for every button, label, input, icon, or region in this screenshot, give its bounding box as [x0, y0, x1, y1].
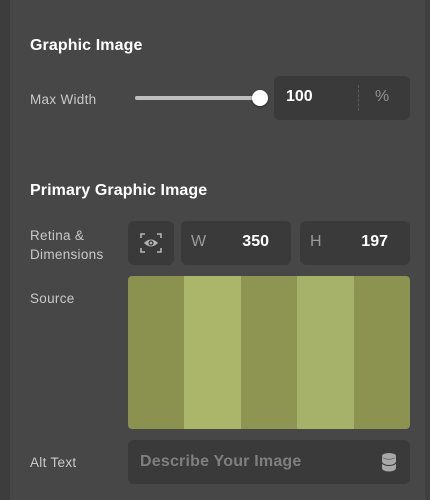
width-value[interactable]: 350 [242, 233, 269, 251]
height-field[interactable]: H 197 [300, 221, 410, 265]
max-width-unit[interactable]: % [375, 88, 389, 106]
width-letter: W [191, 233, 207, 250]
slider-fill [135, 96, 260, 100]
height-letter: H [310, 233, 322, 250]
image-stripe [297, 276, 354, 429]
retina-label-line2: Dimensions [30, 247, 104, 262]
database-icon[interactable] [381, 452, 397, 472]
image-stripe [240, 276, 298, 429]
panel-left-edge [0, 0, 10, 500]
max-width-value[interactable]: 100 [286, 88, 313, 106]
image-stripe [353, 276, 410, 429]
retina-toggle-button[interactable] [128, 221, 174, 265]
alt-text-placeholder[interactable]: Describe Your Image [140, 453, 302, 471]
image-stripe [184, 276, 241, 429]
unit-divider [358, 85, 359, 111]
alt-text-field[interactable]: Describe Your Image [128, 440, 410, 484]
source-image-preview[interactable] [128, 276, 410, 429]
section-title-graphic-image: Graphic Image [30, 37, 143, 54]
section-title-primary-graphic-image: Primary Graphic Image [30, 182, 208, 199]
source-label: Source [30, 291, 75, 306]
width-field[interactable]: W 350 [181, 221, 291, 265]
slider-thumb[interactable] [252, 90, 268, 106]
max-width-label: Max Width [30, 92, 97, 107]
max-width-input[interactable]: 100 % [274, 76, 410, 120]
eye-icon [140, 233, 162, 253]
image-stripe [128, 276, 185, 429]
panel-scrollbar-track [425, 0, 430, 500]
retina-dimensions-label: Retina & Dimensions [30, 226, 104, 264]
retina-label-line1: Retina & [30, 228, 85, 243]
settings-panel: Graphic Image Max Width 100 % Primary Gr… [0, 0, 430, 500]
height-value[interactable]: 197 [361, 233, 388, 251]
alt-text-label: Alt Text [30, 455, 77, 470]
max-width-slider[interactable] [135, 90, 268, 106]
